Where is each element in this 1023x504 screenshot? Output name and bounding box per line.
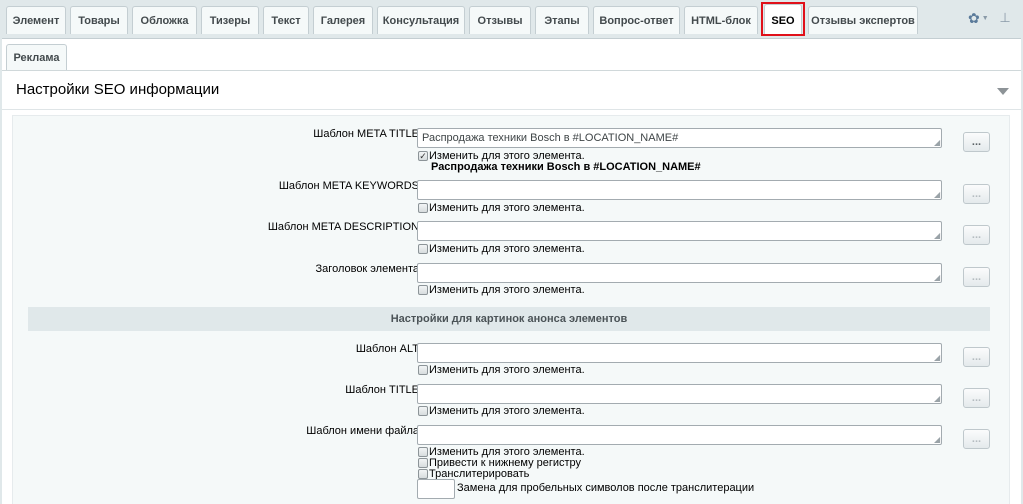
meta-keywords-input[interactable]: ◢ [417,180,942,200]
resize-handle-icon[interactable]: ◢ [934,191,940,199]
subtab-advertising[interactable]: Реклама [6,44,67,70]
tab-products[interactable]: Товары [70,6,128,34]
filename-input[interactable]: ◢ [417,425,942,445]
triangle-down-icon[interactable] [997,88,1009,95]
tab-element[interactable]: Элемент [6,6,66,34]
resize-handle-icon[interactable]: ◢ [934,354,940,362]
tab-gallery[interactable]: Галерея [313,6,373,34]
alt-override[interactable]: Изменить для этого элемента. [418,364,585,376]
element-heading-override[interactable]: Изменить для этого элемента. [418,284,585,296]
alt-override-label: Изменить для этого элемента. [429,364,585,376]
section-title: Настройки SEO информации [16,81,220,98]
image-title-label: Шаблон TITLE [345,384,419,396]
meta-keywords-label: Шаблон META KEYWORDS [278,180,419,192]
main-tabs: Элемент Товары Обложка Тизеры Текст Гале… [0,0,1023,38]
checkbox[interactable] [418,447,428,457]
checkbox[interactable] [418,285,428,295]
checkbox[interactable] [418,365,428,375]
meta-title-preview: Распродажа техники Bosch в #LOCATION_NAM… [431,161,701,173]
checkbox[interactable] [418,458,428,468]
image-settings-header: Настройки для картинок анонса элементов [28,307,990,331]
tab-seo[interactable]: SEO [764,4,802,36]
divider [2,109,1021,110]
image-title-dots-button[interactable]: ... [963,388,990,408]
tab-teasers[interactable]: Тизеры [201,6,259,34]
resize-handle-icon[interactable]: ◢ [934,232,940,240]
meta-title-input[interactable]: Распродажа техники Bosch в #LOCATION_NAM… [417,128,942,148]
tab-faq[interactable]: Вопрос-ответ [593,6,680,34]
resize-handle-icon[interactable]: ◢ [934,274,940,282]
image-title-override[interactable]: Изменить для этого элемента. [418,405,585,417]
checkbox[interactable] [418,244,428,254]
tab-expert-reviews[interactable]: Отзывы экспертов [808,6,918,34]
image-title-input[interactable]: ◢ [417,384,942,404]
resize-handle-icon[interactable]: ◢ [934,395,940,403]
resize-handle-icon[interactable]: ◢ [934,139,940,147]
meta-description-override[interactable]: Изменить для этого элемента. [418,243,585,255]
checkbox-checked[interactable]: ✓ [418,151,428,161]
meta-title-value: Распродажа техники Bosch в #LOCATION_NAM… [422,132,679,144]
checkbox[interactable] [418,406,428,416]
meta-title-dots-button[interactable]: ... [963,132,990,152]
checkbox[interactable] [418,469,428,479]
space-replace-input[interactable] [417,479,455,499]
tab-consultation[interactable]: Консультация [377,6,465,34]
alt-input[interactable]: ◢ [417,343,942,363]
resize-handle-icon[interactable]: ◢ [934,436,940,444]
meta-keywords-override-label: Изменить для этого элемента. [429,202,585,214]
meta-keywords-dots-button[interactable]: ... [963,184,990,204]
tab-html-block[interactable]: HTML-блок [684,6,758,34]
element-heading-override-label: Изменить для этого элемента. [429,284,585,296]
meta-description-dots-button[interactable]: ... [963,225,990,245]
seo-content: Настройки SEO информации Шаблон META TIT… [2,70,1021,504]
subtabs-panel: Реклама [2,38,1021,70]
filename-dots-button[interactable]: ... [963,429,990,449]
meta-description-override-label: Изменить для этого элемента. [429,243,585,255]
meta-description-label: Шаблон META DESCRIPTION [267,221,419,233]
filename-label: Шаблон имени файла [306,425,419,437]
checkbox[interactable] [418,203,428,213]
meta-description-input[interactable]: ◢ [417,221,942,241]
element-heading-label: Заголовок элемента [315,263,419,275]
space-replace-label: Замена для пробельных символов после тра… [457,482,755,494]
seo-form: Шаблон META TITLE Распродажа техники Bos… [12,115,1010,504]
tab-stages[interactable]: Этапы [535,6,589,34]
image-title-override-label: Изменить для этого элемента. [429,405,585,417]
tab-reviews[interactable]: Отзывы [469,6,531,34]
tab-cover[interactable]: Обложка [132,6,197,34]
pin-icon[interactable]: ⊥ [998,10,1012,26]
meta-keywords-override[interactable]: Изменить для этого элемента. [418,202,585,214]
element-heading-input[interactable]: ◢ [417,263,942,283]
element-heading-dots-button[interactable]: ... [963,267,990,287]
gear-icon[interactable]: ✿ ▼ [968,10,990,26]
meta-title-label: Шаблон META TITLE [313,128,419,140]
alt-label: Шаблон ALT [355,343,419,355]
alt-dots-button[interactable]: ... [963,347,990,367]
chevron-down-icon: ▼ [981,14,989,22]
tab-text[interactable]: Текст [263,6,309,34]
